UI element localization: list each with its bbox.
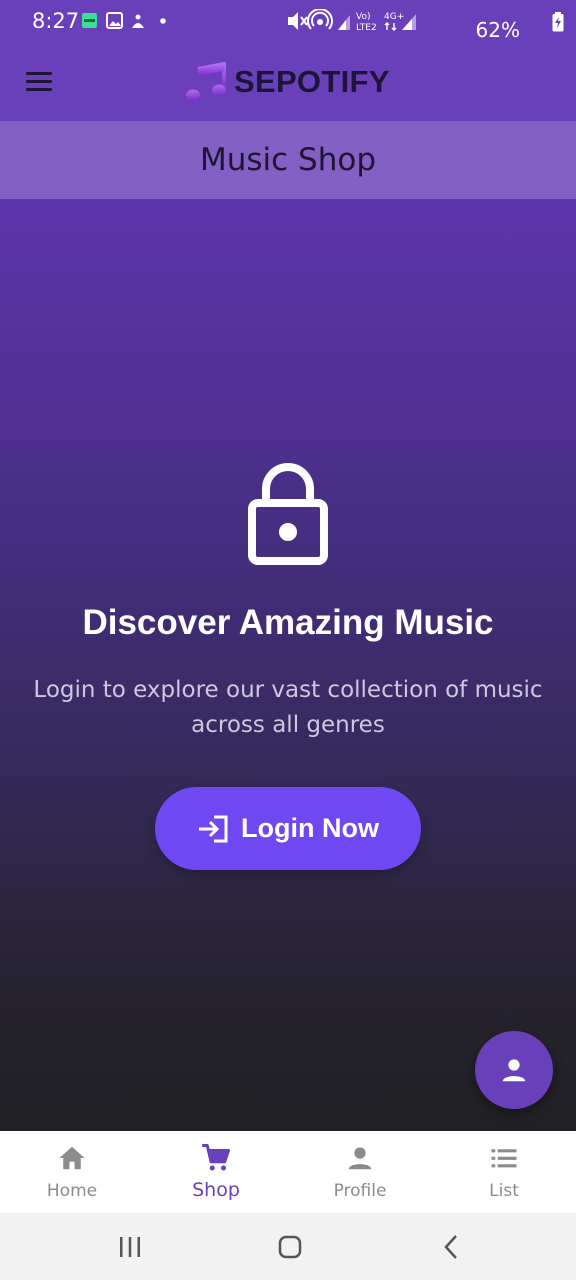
status-battery-text: 62%: [475, 18, 520, 42]
svg-text:LTE2: LTE2: [356, 23, 377, 33]
back-icon[interactable]: [436, 1231, 468, 1263]
brand: SEPOTIFY: [186, 60, 390, 104]
main-content: Discover Amazing Music Login to explore …: [0, 199, 576, 1131]
nav-item-list[interactable]: List: [432, 1131, 576, 1213]
nav-label-profile: Profile: [333, 1181, 387, 1201]
bottom-navigation: Home Shop Profile List: [0, 1131, 576, 1213]
music-note-icon: [186, 61, 226, 101]
status-time: 8:27: [32, 9, 80, 33]
app-title: SEPOTIFY: [234, 64, 390, 99]
page-title: Music Shop: [199, 142, 377, 178]
cart-icon: [202, 1144, 230, 1171]
nav-item-shop[interactable]: Shop: [144, 1131, 288, 1213]
login-now-button[interactable]: Login Now: [155, 787, 421, 870]
status-bar: 8:27 Vo) LTE2 4G+ 62%: [0, 0, 576, 42]
login-button-label: Login Now: [241, 813, 379, 843]
battery-charging-icon: [552, 12, 564, 32]
main-description: Login to explore our vast collection of …: [33, 677, 543, 738]
login-icon: [199, 815, 228, 842]
profile-fab-button[interactable]: [475, 1031, 553, 1109]
person-icon: [348, 1147, 372, 1170]
nav-item-home[interactable]: Home: [0, 1131, 144, 1213]
system-navigation-bar: [0, 1213, 576, 1280]
nav-label-home: Home: [46, 1181, 98, 1201]
person-icon: [502, 1059, 526, 1082]
status-notification-icons: [82, 12, 166, 29]
list-icon: [491, 1149, 517, 1168]
svg-text:Vo): Vo): [356, 12, 370, 22]
app-bar: SEPOTIFY: [0, 42, 576, 121]
status-system-icons: Vo) LTE2 4G+: [288, 9, 416, 33]
hamburger-menu-icon[interactable]: [24, 70, 54, 94]
page-header: Music Shop: [0, 121, 576, 199]
svg-text:4G+: 4G+: [384, 12, 404, 22]
recent-apps-icon[interactable]: [114, 1231, 146, 1263]
home-icon: [59, 1146, 85, 1170]
home-button-icon[interactable]: [274, 1231, 306, 1263]
lock-icon: [248, 463, 328, 565]
nav-label-list: List: [489, 1181, 519, 1201]
nav-label-shop: Shop: [192, 1179, 240, 1201]
app-screen: 8:27 Vo) LTE2 4G+ 62% SEPOTIFY Music Sho…: [0, 0, 576, 1280]
status-left-icons: [80, 12, 180, 30]
main-heading: Discover Amazing Music: [82, 603, 494, 642]
nav-item-profile[interactable]: Profile: [288, 1131, 432, 1213]
